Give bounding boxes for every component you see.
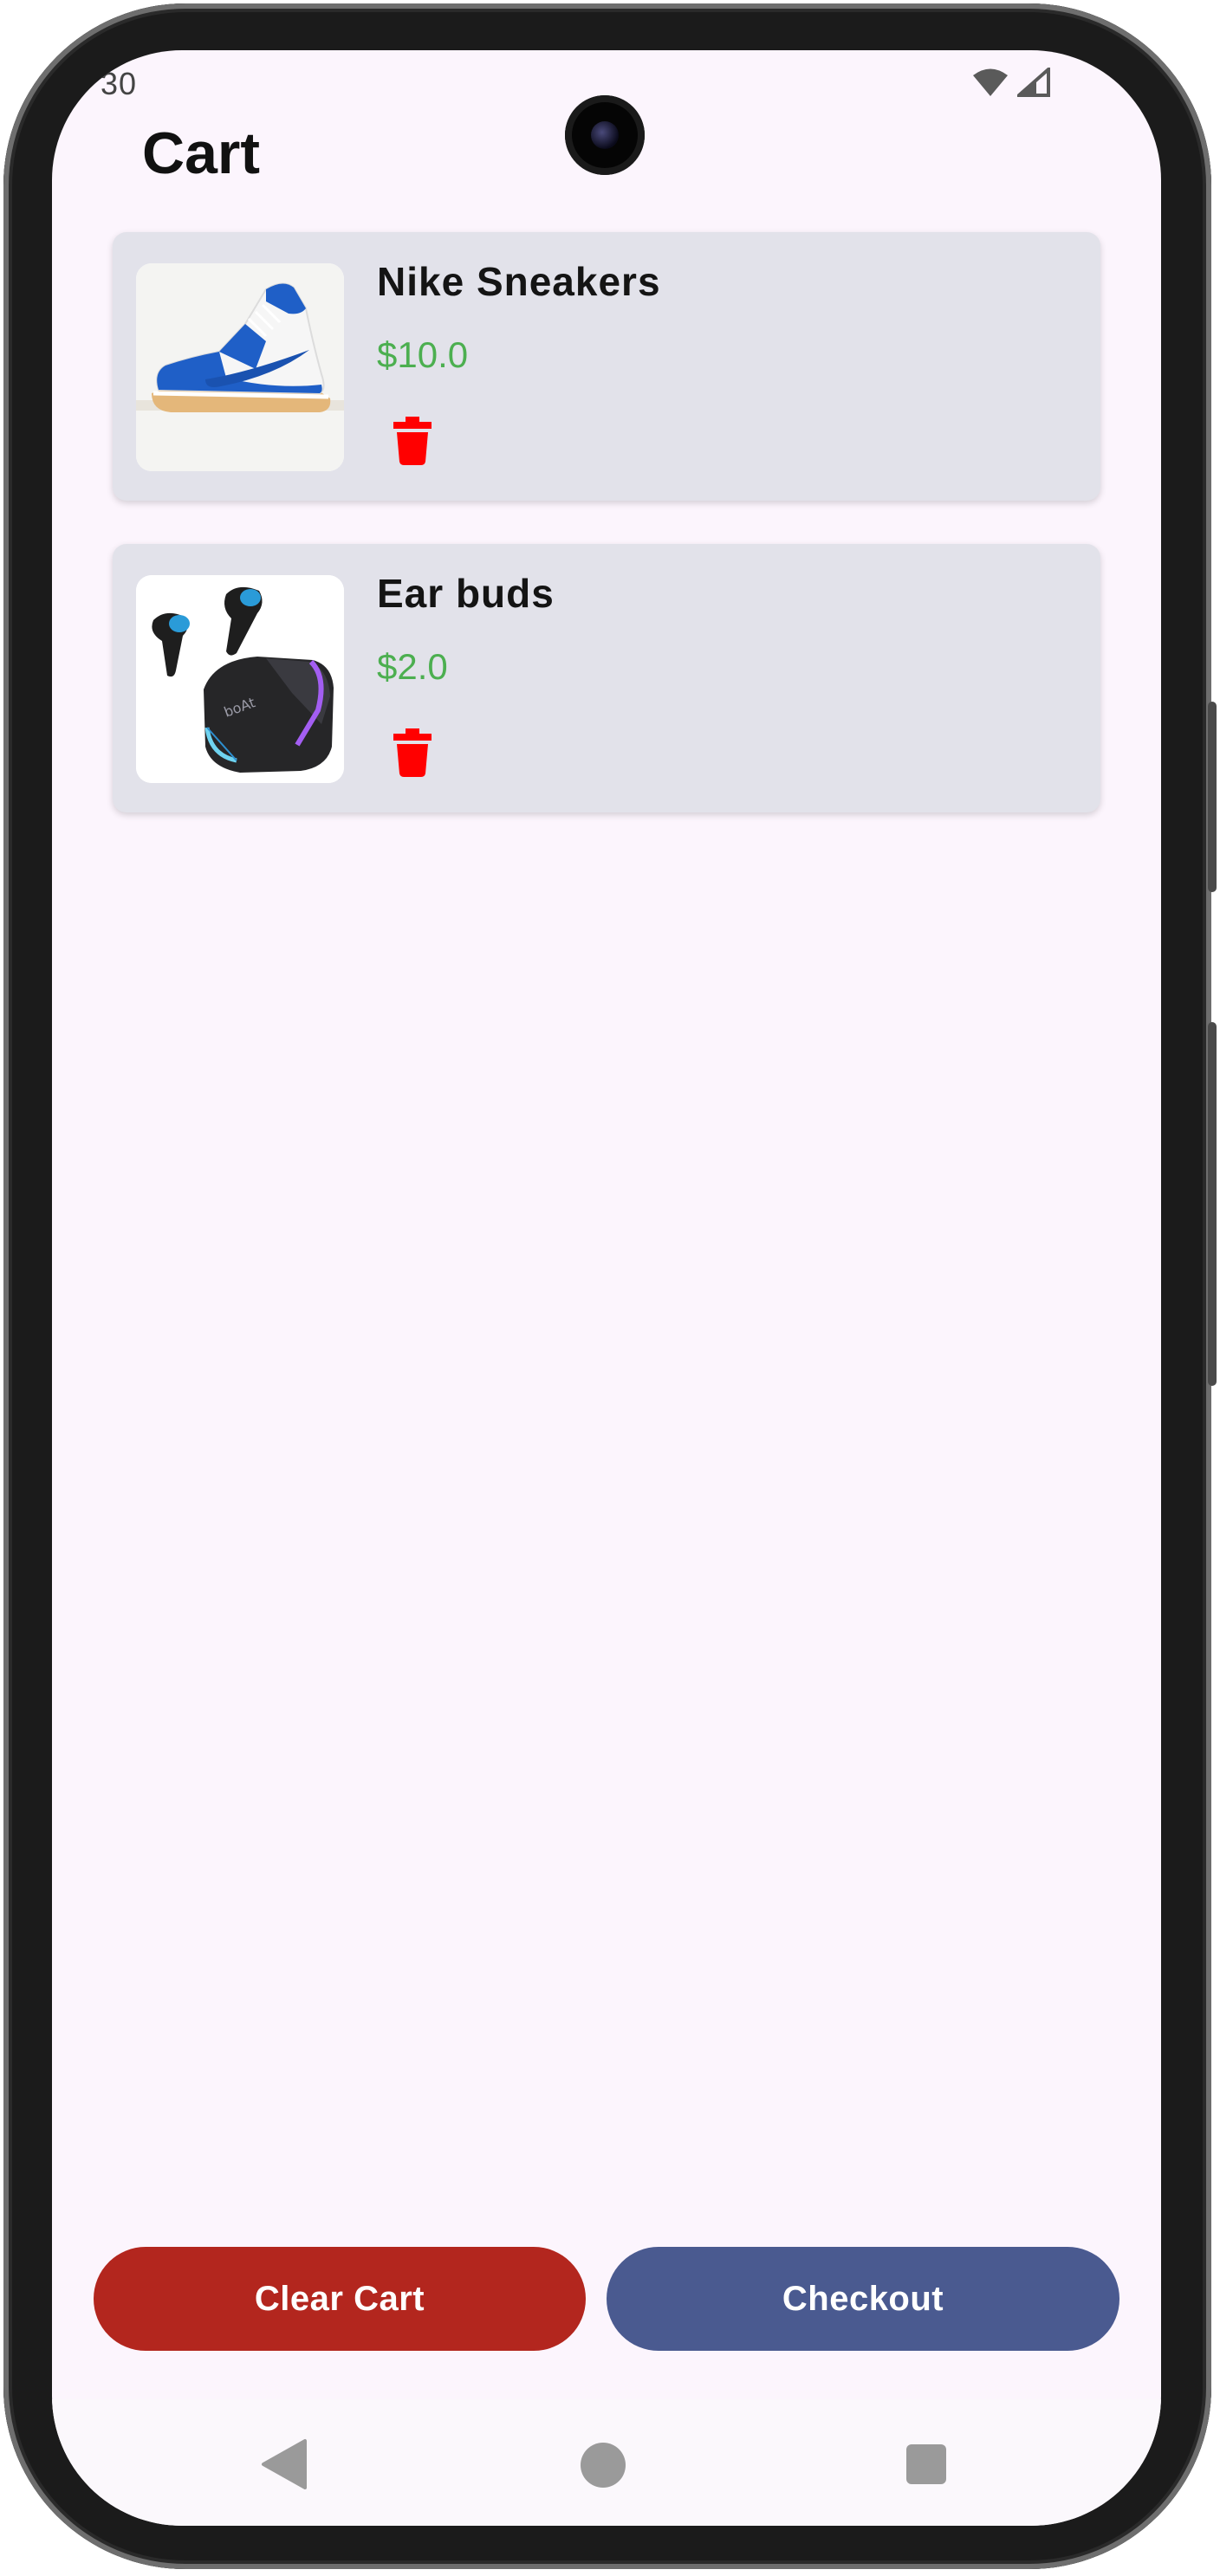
- recents-icon[interactable]: [906, 2444, 946, 2484]
- cart-item[interactable]: Nike Sneakers $10.0: [113, 232, 1100, 501]
- trash-icon[interactable]: [393, 728, 432, 777]
- item-name: Ear buds: [377, 571, 555, 616]
- clear-cart-button[interactable]: Clear Cart: [94, 2247, 586, 2351]
- item-name: Nike Sneakers: [377, 259, 661, 304]
- volume-button: [1208, 702, 1217, 892]
- cart-item[interactable]: boAt Ear buds $2.0: [113, 544, 1100, 812]
- item-price: $10.0: [377, 334, 469, 375]
- system-nav-bar: [52, 2399, 1161, 2526]
- earbuds-image: boAt: [136, 575, 344, 783]
- app-screen: 30 Cart Nike Sneakers $10.0 boAt Ear bud…: [52, 50, 1161, 2526]
- sneaker-image: [136, 263, 344, 471]
- status-icons: [972, 68, 1050, 97]
- page-title: Cart: [142, 120, 261, 186]
- back-icon[interactable]: [260, 2437, 308, 2491]
- checkout-button[interactable]: Checkout: [607, 2247, 1119, 2351]
- earbuds-image: boAt: [136, 575, 344, 783]
- sneaker-image: [136, 263, 344, 471]
- delete-item-button[interactable]: [386, 412, 438, 469]
- home-icon[interactable]: [581, 2443, 626, 2488]
- status-time: 30: [101, 66, 138, 101]
- front-camera: [565, 95, 645, 175]
- trash-icon[interactable]: [393, 417, 432, 465]
- delete-item-button[interactable]: [386, 724, 438, 781]
- cellular-signal-icon: [1017, 68, 1050, 97]
- power-button: [1208, 1022, 1217, 1386]
- item-price: $2.0: [377, 646, 448, 687]
- wifi-icon: [973, 68, 1008, 96]
